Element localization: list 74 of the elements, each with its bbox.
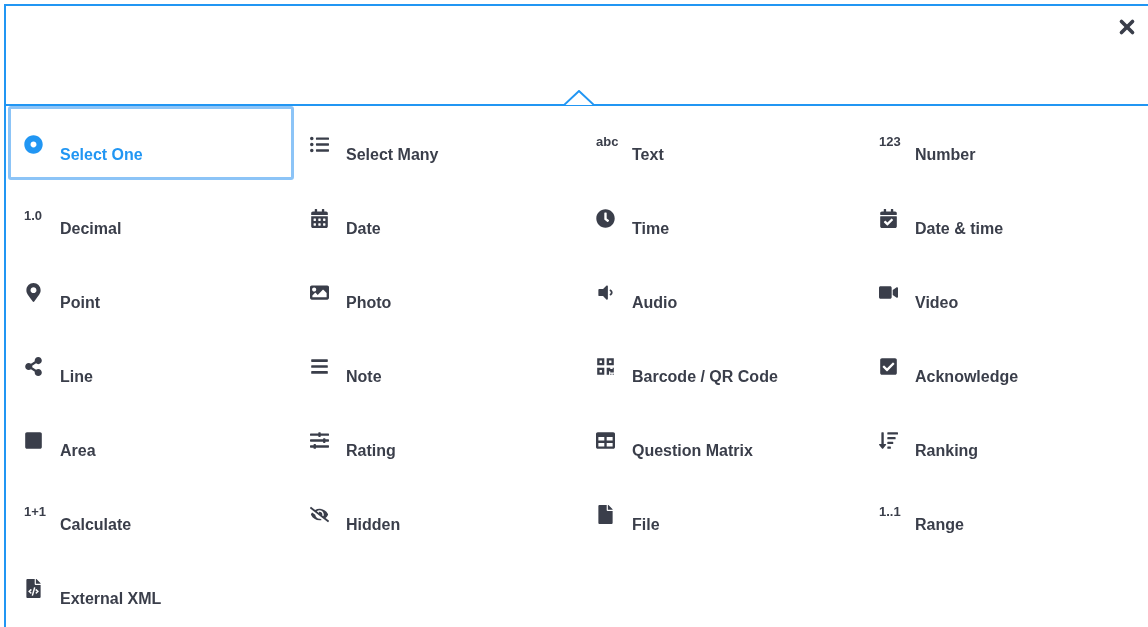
sliders-icon [310, 431, 329, 450]
share-nodes-icon [24, 357, 43, 376]
question-type-item[interactable]: Time [580, 180, 863, 254]
question-type-item[interactable]: abc Text [580, 106, 863, 180]
question-type-item[interactable]: 123 Number [863, 106, 1146, 180]
item-label: Range [915, 515, 964, 535]
item-label: Date [346, 219, 381, 239]
item-label: File [632, 515, 660, 535]
calendar-check-icon [879, 209, 898, 228]
item-label: Calculate [60, 515, 132, 535]
table-icon [596, 431, 615, 450]
item-label: Audio [632, 293, 678, 313]
item-label: Point [60, 293, 100, 313]
question-type-item[interactable]: Audio [580, 254, 863, 328]
item-label: Video [915, 293, 959, 313]
question-type-item[interactable]: Line [8, 328, 294, 402]
sort-icon [879, 431, 898, 450]
qr-code-icon [596, 357, 615, 376]
clock-icon [596, 209, 615, 228]
file-icon [596, 505, 615, 524]
icon-glyph: 1..1 [879, 505, 902, 518]
question-type-item[interactable]: Question Matrix [580, 402, 863, 476]
eye-slash-icon [310, 505, 329, 524]
icon-glyph: 123 [879, 135, 902, 148]
item-label: Decimal [60, 219, 122, 239]
item-label: Select One [60, 145, 143, 165]
speaker-icon [596, 283, 615, 302]
question-type-item[interactable]: Date [294, 180, 580, 254]
checkbox-icon [879, 357, 898, 376]
icon-glyph: 1.0 [24, 209, 44, 222]
item-label: Date & time [915, 219, 1004, 239]
file-code-icon [24, 579, 43, 598]
question-type-item[interactable]: Barcode / QR Code [580, 328, 863, 402]
question-type-item[interactable]: 1.0 Decimal [8, 180, 294, 254]
item-label: Rating [346, 441, 396, 461]
square-icon [24, 431, 43, 450]
question-type-item[interactable]: Select Many [294, 106, 580, 180]
question-type-item[interactable]: 1+1 Calculate [8, 476, 294, 550]
calendar-icon [310, 209, 329, 228]
question-type-item[interactable]: Note [294, 328, 580, 402]
item-label: Hidden [346, 515, 401, 535]
icon-glyph: 1+1 [24, 505, 48, 518]
question-type-item[interactable]: Ranking [863, 402, 1146, 476]
item-label: Select Many [346, 145, 439, 165]
question-type-item[interactable]: 1..1 Range [863, 476, 1146, 550]
item-label: Line [60, 367, 93, 387]
image-icon [310, 283, 329, 302]
item-label: Text [632, 145, 664, 165]
question-type-item[interactable]: Photo [294, 254, 580, 328]
question-type-item[interactable]: Rating [294, 402, 580, 476]
question-type-item[interactable]: Video [863, 254, 1146, 328]
question-type-item[interactable]: External XML [8, 550, 294, 624]
question-type-item[interactable]: Area [8, 402, 294, 476]
map-pin-icon [24, 283, 43, 302]
item-label: Note [346, 367, 382, 387]
video-camera-icon [879, 283, 898, 302]
question-type-item[interactable]: Point [8, 254, 294, 328]
item-label: Number [915, 145, 976, 165]
item-label: Barcode / QR Code [632, 367, 778, 387]
list-icon [310, 135, 329, 154]
radio-icon [24, 135, 43, 154]
item-label: Photo [346, 293, 392, 313]
item-label: Acknowledge [915, 367, 1019, 387]
icon-glyph: abc [596, 135, 620, 148]
question-type-item[interactable]: Acknowledge [863, 328, 1146, 402]
item-label: Ranking [915, 441, 979, 461]
item-label: Question Matrix [632, 441, 753, 461]
question-type-item[interactable]: Hidden [294, 476, 580, 550]
question-type-item[interactable]: Date & time [863, 180, 1146, 254]
question-type-item[interactable]: File [580, 476, 863, 550]
item-label: External XML [60, 589, 162, 609]
item-label: Time [632, 219, 670, 239]
item-label: Area [60, 441, 96, 461]
lines-icon [310, 357, 329, 376]
